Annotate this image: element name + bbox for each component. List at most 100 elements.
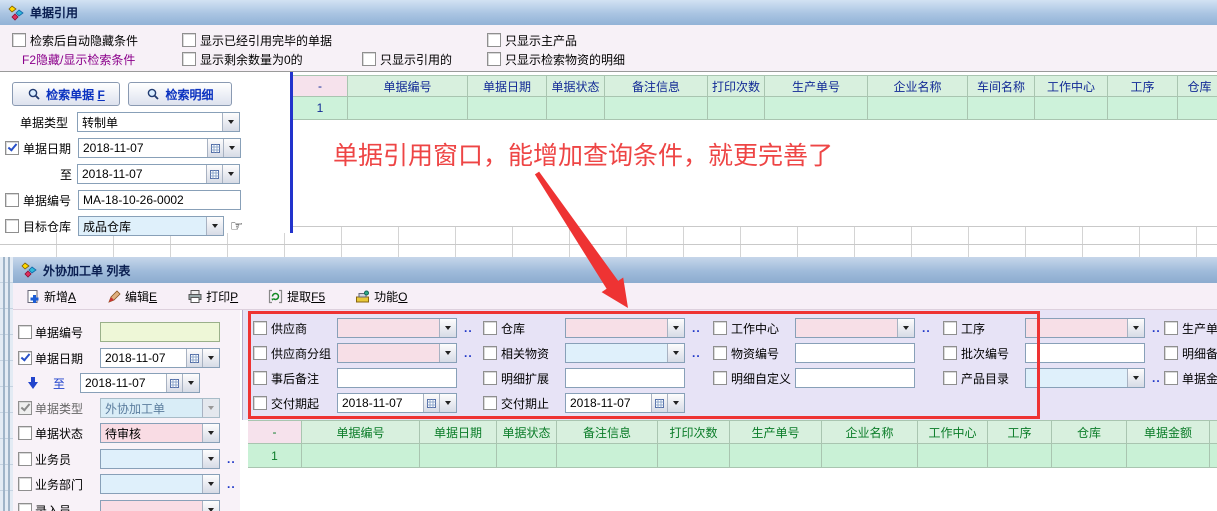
product-catalog-checkbox[interactable] <box>943 371 957 385</box>
doc-date-field[interactable]: 2018-11-07 <box>78 138 241 158</box>
salesman-dropdown[interactable] <box>100 449 220 469</box>
dropdown-button[interactable] <box>206 217 223 235</box>
column-header[interactable]: 工作中心 <box>1035 75 1108 97</box>
dropdown-button[interactable] <box>667 344 684 362</box>
left-splitter[interactable] <box>0 257 13 511</box>
column-header[interactable]: 打印次数 <box>658 420 730 444</box>
dropdown-button[interactable] <box>202 501 219 511</box>
dropdown-button[interactable] <box>439 344 456 362</box>
detail-custom-input[interactable] <box>795 368 915 388</box>
column-header[interactable]: 企业名称 <box>822 420 918 444</box>
to-date-field[interactable]: 2018-11-07 <box>80 373 200 393</box>
material-no-input[interactable] <box>795 343 915 363</box>
detail-ext-checkbox[interactable] <box>483 371 497 385</box>
search-details-button[interactable]: 检索明细 <box>128 82 232 106</box>
row-header-cell[interactable]: - <box>293 75 348 97</box>
doc-status-dropdown[interactable]: 待审核 <box>100 423 220 443</box>
doc-date-field[interactable]: 2018-11-07 <box>100 348 220 368</box>
checkbox[interactable] <box>487 52 501 66</box>
grid-cell[interactable] <box>918 444 988 468</box>
search-documents-button[interactable]: 检索单据 F <box>12 82 120 106</box>
grid-cell[interactable] <box>1178 97 1217 120</box>
dropdown-button[interactable] <box>222 113 239 131</box>
supplier-dropdown[interactable] <box>337 318 457 338</box>
browse-button[interactable]: .. <box>922 321 931 335</box>
post-note-checkbox[interactable] <box>253 371 267 385</box>
dropdown-button[interactable] <box>1127 369 1144 387</box>
browse-button[interactable]: .. <box>1152 321 1161 335</box>
grid-cell[interactable] <box>468 97 547 120</box>
delivery-from-checkbox[interactable] <box>253 396 267 410</box>
warehouse-checkbox[interactable] <box>483 321 497 335</box>
product-catalog-dropdown[interactable] <box>1025 368 1145 388</box>
column-header[interactable]: 打印次数 <box>708 75 765 97</box>
department-checkbox[interactable] <box>18 477 32 491</box>
detail-note-checkbox[interactable] <box>1164 346 1178 360</box>
row-number-cell[interactable]: 1 <box>248 444 302 468</box>
batch-no-input[interactable] <box>1025 343 1145 363</box>
doc-status-checkbox[interactable] <box>18 426 32 440</box>
doc-type-dropdown[interactable]: 转制单 <box>77 112 240 132</box>
column-header[interactable]: 生产单号 <box>765 75 868 97</box>
dropdown-button[interactable] <box>202 450 219 468</box>
doc-date-checkbox[interactable] <box>18 351 32 365</box>
checkbox[interactable] <box>182 33 196 47</box>
checkbox-show-referenced-done[interactable]: 显示已经引用完毕的单据 <box>182 30 332 50</box>
browse-button[interactable]: .. <box>1152 371 1161 385</box>
extract-button[interactable]: 提取F5 <box>268 288 325 305</box>
column-header[interactable]: 仓库 <box>1052 420 1127 444</box>
doc-no-checkbox[interactable] <box>5 193 19 207</box>
doc-no-input[interactable]: MA-18-10-26-0002 <box>78 190 241 210</box>
grid-cell[interactable] <box>708 97 765 120</box>
entry-clerk-checkbox[interactable] <box>18 503 32 511</box>
column-header[interactable]: 工序 <box>1108 75 1178 97</box>
edit-button[interactable]: 编辑E <box>106 288 157 305</box>
supplier-checkbox[interactable] <box>253 321 267 335</box>
browse-button[interactable]: .. <box>227 477 236 491</box>
column-header[interactable]: 单据金额 <box>1127 420 1210 444</box>
doc-amount-checkbox[interactable] <box>1164 371 1178 385</box>
browse-button[interactable]: .. <box>464 346 473 360</box>
column-header[interactable]: 生产单号 <box>730 420 822 444</box>
delivery-from-field[interactable]: 2018-11-07 <box>337 393 457 413</box>
dropdown-button[interactable] <box>897 319 914 337</box>
date-dropdown-button[interactable] <box>182 374 199 392</box>
column-header[interactable]: 单据日期 <box>420 420 497 444</box>
dropdown-button[interactable] <box>667 319 684 337</box>
to-date-field[interactable]: 2018-11-07 <box>77 164 240 184</box>
new-button[interactable]: 新增A <box>25 288 76 305</box>
column-header[interactable]: 备注信息 <box>605 75 708 97</box>
post-note-input[interactable] <box>337 368 457 388</box>
browse-button[interactable]: .. <box>227 452 236 466</box>
process-dropdown[interactable] <box>1025 318 1145 338</box>
dropdown-button[interactable] <box>202 475 219 493</box>
checkbox-only-referenced[interactable]: 只显示引用的 <box>362 49 452 69</box>
salesman-checkbox[interactable] <box>18 452 32 466</box>
checkbox[interactable] <box>12 33 26 47</box>
column-header[interactable]: 单据编号 <box>348 75 468 97</box>
checkbox-only-main-product[interactable]: 只显示主产品 <box>487 30 577 50</box>
entry-clerk-dropdown[interactable] <box>100 500 220 511</box>
delivery-to-field[interactable]: 2018-11-07 <box>565 393 685 413</box>
calendar-icon[interactable] <box>166 374 182 392</box>
column-header[interactable]: 单据状态 <box>497 420 557 444</box>
grid-cell[interactable] <box>348 97 468 120</box>
calendar-icon[interactable] <box>207 139 223 157</box>
checkbox[interactable] <box>487 33 501 47</box>
grid-cell[interactable] <box>658 444 730 468</box>
detail-custom-checkbox[interactable] <box>713 371 727 385</box>
grid-cell[interactable] <box>1210 444 1217 468</box>
supplier-group-checkbox[interactable] <box>253 346 267 360</box>
column-header[interactable]: 车间名称 <box>968 75 1035 97</box>
target-warehouse-dropdown[interactable]: 成品仓库 <box>78 216 224 236</box>
functions-button[interactable]: 功能O <box>355 288 407 305</box>
column-header[interactable]: 单据编号 <box>302 420 420 444</box>
column-header[interactable]: 工序 <box>988 420 1052 444</box>
grid-cell[interactable] <box>730 444 822 468</box>
column-header[interactable] <box>1210 420 1217 444</box>
prod-order-checkbox[interactable] <box>1164 321 1178 335</box>
grid-cell[interactable] <box>1108 97 1178 120</box>
column-header[interactable]: 工作中心 <box>918 420 988 444</box>
dropdown-button[interactable] <box>439 319 456 337</box>
detail-ext-input[interactable] <box>565 368 685 388</box>
